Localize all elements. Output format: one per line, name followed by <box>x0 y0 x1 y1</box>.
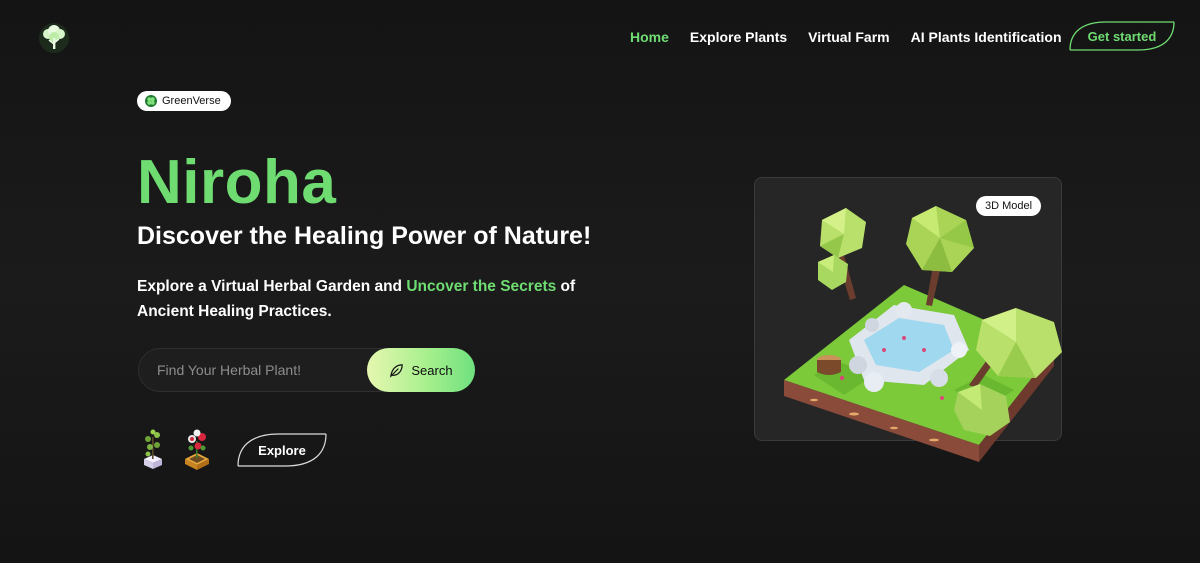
garden-3d-model[interactable] <box>754 200 1074 470</box>
leaf-icon <box>390 363 404 378</box>
badge-label: GreenVerse <box>162 95 221 107</box>
hero-title: Niroha <box>137 148 337 217</box>
model-badge: 3D Model <box>976 196 1042 216</box>
hero-subtitle: Discover the Healing Power of Nature! <box>137 222 592 250</box>
nav-virtual-farm[interactable]: Virtual Farm <box>808 27 889 47</box>
hero-description: Explore a Virtual Herbal Garden and Unco… <box>137 275 597 324</box>
nav-ai-plants-identification[interactable]: AI Plants Identification <box>911 27 1062 47</box>
nav-home[interactable]: Home <box>630 27 669 47</box>
search-button[interactable]: Search <box>367 348 475 392</box>
greenverse-badge: GreenVerse <box>137 91 231 111</box>
tree-logo-icon[interactable] <box>38 22 70 54</box>
potted-plant-icon[interactable] <box>138 427 168 471</box>
nav-explore-plants[interactable]: Explore Plants <box>690 27 787 47</box>
get-started-button[interactable]: Get started <box>1066 20 1178 52</box>
get-started-label: Get started <box>1087 28 1157 44</box>
flower-planter-icon[interactable] <box>182 427 212 471</box>
desc-highlight: Uncover the Secrets <box>406 278 557 295</box>
desc-part1: Explore a Virtual Herbal Garden and <box>137 278 407 295</box>
search-button-label: Search <box>411 362 453 378</box>
search-bar: Search <box>138 348 475 392</box>
explore-button[interactable]: Explore <box>235 432 329 468</box>
search-input[interactable] <box>139 349 369 391</box>
clover-icon <box>145 95 157 107</box>
main-nav: Home Explore Plants Virtual Farm AI Plan… <box>630 27 1083 47</box>
explore-label: Explore <box>258 442 306 458</box>
